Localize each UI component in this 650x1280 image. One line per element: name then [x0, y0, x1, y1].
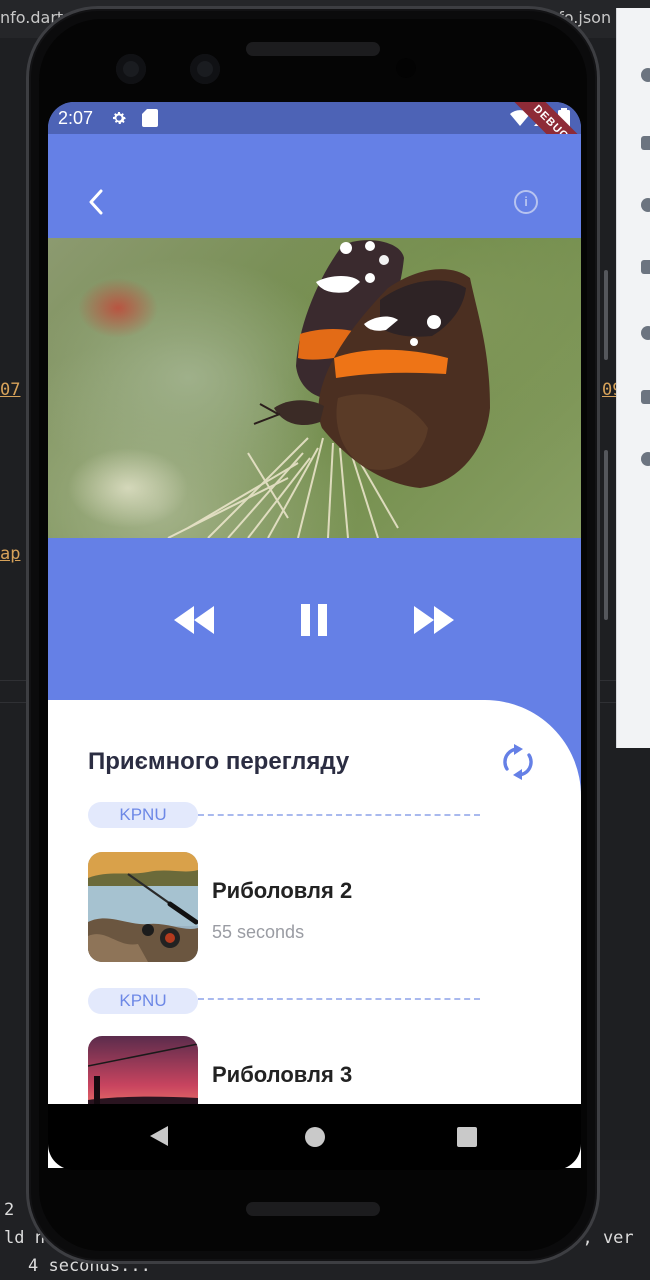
video-player[interactable]	[48, 238, 581, 538]
fast-forward-button[interactable]	[412, 602, 456, 638]
status-time: 2:07	[58, 108, 94, 128]
item-duration: 55 seconds	[212, 922, 305, 942]
ide-scrollbar[interactable]	[604, 270, 608, 360]
back-button[interactable]	[82, 188, 110, 216]
tool-icon[interactable]	[641, 390, 650, 404]
back-triangle-icon[interactable]	[148, 1124, 170, 1148]
ide-side-panel	[616, 8, 650, 748]
earpiece-speaker	[246, 42, 380, 56]
playlist-sheet: Приємного перегляду KPNU Риболовля 2 55 …	[48, 700, 581, 1168]
butterfly-frame	[167, 240, 490, 538]
app-bar: i	[48, 134, 581, 238]
fast-forward-icon	[414, 606, 454, 634]
info-icon: i	[524, 194, 528, 209]
status-bar: 2:07	[48, 102, 581, 134]
tool-icon[interactable]	[641, 326, 650, 340]
tool-icon[interactable]	[641, 260, 650, 274]
group-divider	[198, 814, 480, 816]
video-thumbnail	[88, 852, 198, 962]
ide-scrollbar[interactable]	[604, 450, 608, 620]
group-divider	[198, 998, 480, 1000]
ide-code-fragment: 07	[0, 380, 21, 400]
rewind-button[interactable]	[172, 602, 216, 638]
player-controls	[48, 538, 581, 708]
tool-icon[interactable]	[641, 136, 650, 150]
front-camera	[190, 54, 220, 84]
proximity-sensor	[396, 58, 416, 78]
sd-card-icon	[142, 109, 158, 127]
app-screen: 2:07 DEBUG i Приємного перегляду KPNU Ри…	[48, 102, 581, 1168]
tool-icon[interactable]	[641, 198, 650, 212]
playlist-item[interactable]: Риболовля 2 55 seconds	[88, 852, 508, 962]
tool-icon[interactable]	[641, 68, 650, 82]
refresh-button[interactable]	[498, 742, 538, 782]
terminal-line: 2	[4, 1200, 15, 1220]
item-title: Риболовля 2	[212, 878, 353, 903]
group-chip: KPNU	[88, 802, 198, 828]
group-chip: KPNU	[88, 988, 198, 1014]
bottom-speaker	[246, 1202, 380, 1216]
item-title: Риболовля 3	[212, 1062, 353, 1087]
settings-icon	[113, 112, 126, 124]
rewind-icon	[174, 606, 214, 634]
ide-code-fragment: ap	[0, 544, 21, 564]
front-camera	[116, 54, 146, 84]
recents-square-icon[interactable]	[456, 1126, 478, 1148]
playlist-title: Приємного перегляду	[88, 748, 350, 775]
home-circle-icon[interactable]	[304, 1126, 326, 1148]
pause-icon	[301, 604, 327, 636]
refresh-icon	[503, 744, 533, 780]
info-button[interactable]: i	[514, 190, 538, 214]
tool-icon[interactable]	[641, 452, 650, 466]
pause-button[interactable]	[292, 602, 336, 638]
system-nav-bar	[48, 1104, 581, 1170]
chevron-left-icon	[89, 189, 103, 215]
